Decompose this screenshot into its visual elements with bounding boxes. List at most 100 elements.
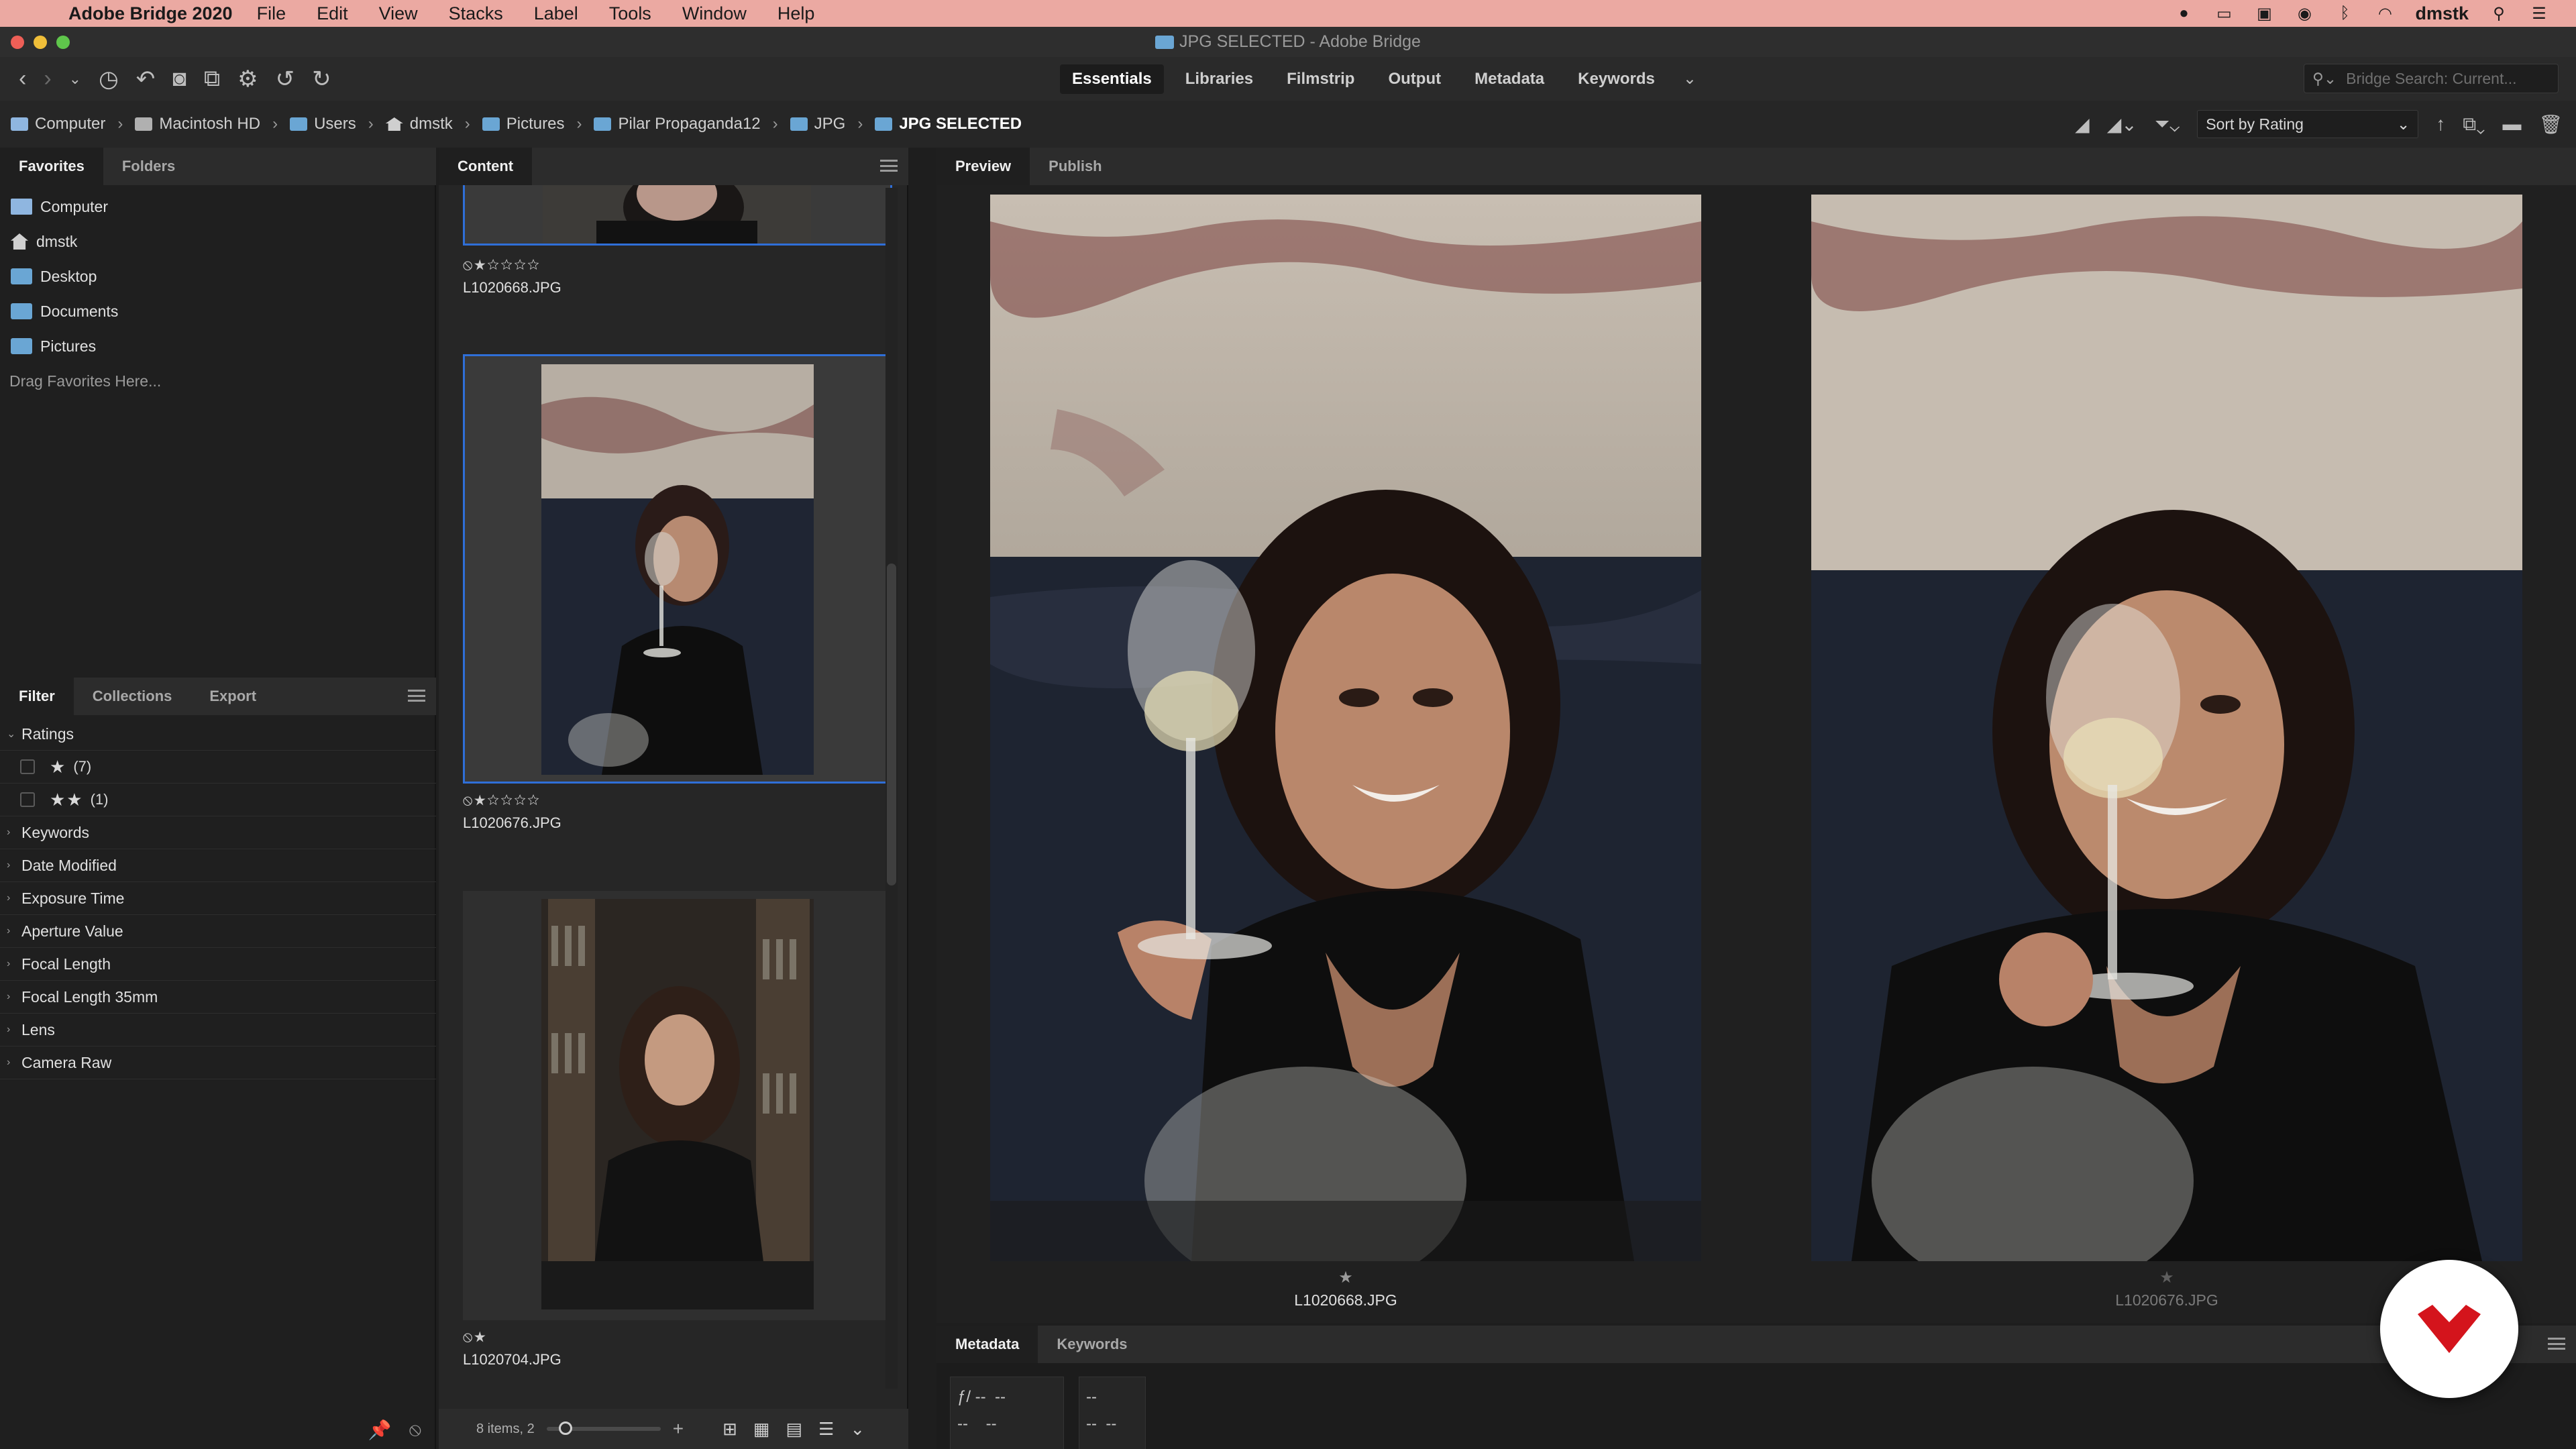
- rating-stars[interactable]: ⦸★☆☆☆☆: [463, 792, 561, 809]
- filter-lens[interactable]: › Lens: [0, 1014, 436, 1046]
- breadcrumb-computer[interactable]: Computer: [35, 115, 105, 133]
- panel-menu-icon[interactable]: [408, 690, 425, 702]
- thumbnail-card[interactable]: [463, 185, 892, 246]
- breadcrumb-pictures[interactable]: Pictures: [506, 115, 565, 133]
- creative-cloud-icon[interactable]: ●: [2174, 3, 2194, 23]
- favorite-computer[interactable]: Computer: [0, 189, 436, 224]
- filter-date-modified[interactable]: › Date Modified: [0, 849, 436, 882]
- bluetooth-icon[interactable]: ᛒ: [2334, 3, 2355, 23]
- sync-icon[interactable]: ◉: [2294, 3, 2314, 23]
- open-recent-icon[interactable]: ⧉⌄: [2463, 113, 2485, 136]
- favorite-pictures[interactable]: Pictures: [0, 329, 436, 364]
- bridge-search-field[interactable]: ⚲⌄ Bridge Search: Current...: [2304, 64, 2559, 93]
- filter-rating-2-star[interactable]: ★★ (1): [0, 784, 436, 816]
- history-dropdown-icon[interactable]: ⌄: [69, 70, 81, 88]
- panel-menu-icon[interactable]: [2548, 1338, 2565, 1350]
- thumbnail-size-slider[interactable]: [546, 1421, 661, 1435]
- tab-preview[interactable]: Preview: [936, 148, 1030, 185]
- slider-knob[interactable]: [558, 1421, 572, 1435]
- rating-star-icon[interactable]: ★: [990, 1268, 1701, 1287]
- thumbnail-card[interactable]: [463, 891, 892, 1320]
- new-folder-icon[interactable]: ▬: [2502, 113, 2521, 135]
- workspace-essentials[interactable]: Essentials: [1060, 64, 1164, 94]
- filter-rating-1-star[interactable]: ★ (7): [0, 751, 436, 784]
- filter-keywords[interactable]: › Keywords: [0, 816, 436, 849]
- menu-label[interactable]: Label: [534, 3, 578, 24]
- workspace-filmstrip[interactable]: Filmstrip: [1275, 64, 1366, 94]
- breadcrumb-dmstk[interactable]: dmstk: [410, 115, 453, 133]
- screen-icon[interactable]: ▭: [2214, 3, 2234, 23]
- filter-exposure-time[interactable]: › Exposure Time: [0, 882, 436, 915]
- close-window-button[interactable]: [11, 36, 24, 49]
- favorite-documents[interactable]: Documents: [0, 294, 436, 329]
- app-status-icon[interactable]: ▣: [2254, 3, 2274, 23]
- breadcrumb-pilar-propaganda12[interactable]: Pilar Propaganda12: [618, 115, 760, 133]
- tab-filter[interactable]: Filter: [0, 678, 74, 715]
- zoom-window-button[interactable]: [56, 36, 70, 49]
- workspace-metadata[interactable]: Metadata: [1462, 64, 1556, 94]
- menu-tools[interactable]: Tools: [609, 3, 651, 24]
- tab-keywords[interactable]: Keywords: [1038, 1326, 1146, 1363]
- filter-camera-raw[interactable]: › Camera Raw: [0, 1046, 436, 1079]
- user-menu[interactable]: dmstk: [2415, 3, 2469, 24]
- menu-stacks[interactable]: Stacks: [449, 3, 503, 24]
- clear-filter-icon[interactable]: ⦸: [409, 1419, 421, 1441]
- chevron-right-icon[interactable]: ›: [368, 115, 374, 133]
- workspace-more-chevron-icon[interactable]: ⌄: [1676, 69, 1703, 89]
- camera-import-icon[interactable]: ◙: [172, 66, 186, 92]
- back-arrow-icon[interactable]: ‹: [19, 66, 26, 92]
- recent-files-icon[interactable]: ◷: [99, 66, 119, 93]
- preview-image-2[interactable]: [1811, 195, 2522, 1261]
- tab-collections[interactable]: Collections: [74, 678, 191, 715]
- tab-export[interactable]: Export: [191, 678, 275, 715]
- quality-icon[interactable]: ◢: [2075, 113, 2090, 136]
- app-menu[interactable]: Adobe Bridge 2020: [68, 3, 233, 24]
- chevron-right-icon[interactable]: ›: [773, 115, 778, 133]
- breadcrumb-jpg[interactable]: JPG: [814, 115, 846, 133]
- panel-menu-icon[interactable]: [880, 160, 898, 172]
- breadcrumb-macintosh-hd[interactable]: Macintosh HD: [159, 115, 260, 133]
- sort-ascending-icon[interactable]: ↑: [2436, 113, 2445, 135]
- workspace-keywords[interactable]: Keywords: [1566, 64, 1667, 94]
- breadcrumb-jpg-selected[interactable]: JPG SELECTED: [899, 115, 1022, 133]
- workspace-output[interactable]: Output: [1376, 64, 1453, 94]
- rating-stars[interactable]: ⦸★: [463, 1328, 561, 1346]
- details-view-icon[interactable]: ▤: [786, 1419, 802, 1440]
- workspace-libraries[interactable]: Libraries: [1173, 64, 1265, 94]
- tab-favorites[interactable]: Favorites: [0, 148, 103, 185]
- favorite-desktop[interactable]: Desktop: [0, 259, 436, 294]
- chevron-right-icon[interactable]: ›: [272, 115, 278, 133]
- rotate-right-icon[interactable]: ↻: [312, 66, 331, 93]
- scrollbar-thumb[interactable]: [887, 564, 896, 885]
- checkbox[interactable]: [20, 792, 35, 807]
- tab-publish[interactable]: Publish: [1030, 148, 1120, 185]
- chevron-right-icon[interactable]: ›: [576, 115, 582, 133]
- chevron-right-icon[interactable]: ›: [117, 115, 123, 133]
- chevron-right-icon[interactable]: ›: [857, 115, 863, 133]
- menu-edit[interactable]: Edit: [317, 3, 348, 24]
- checkbox[interactable]: [20, 759, 35, 774]
- tab-folders[interactable]: Folders: [103, 148, 194, 185]
- preview-image-1[interactable]: [990, 195, 1701, 1261]
- breadcrumb-users[interactable]: Users: [314, 115, 356, 133]
- list-view-icon[interactable]: ☰: [818, 1419, 834, 1440]
- thumbnail-quality-icon[interactable]: ◢⌄: [2107, 113, 2137, 136]
- thumbnail-card-selected[interactable]: [463, 354, 892, 784]
- menu-file[interactable]: File: [257, 3, 286, 24]
- favorite-dmstk[interactable]: dmstk: [0, 224, 436, 259]
- open-in-camera-raw-icon[interactable]: ⚙: [237, 66, 258, 93]
- content-scrollbar[interactable]: [885, 188, 898, 1389]
- filter-ratings[interactable]: ⌄ Ratings: [0, 718, 436, 751]
- menu-view[interactable]: View: [379, 3, 418, 24]
- return-to-photoshop-icon[interactable]: ↶: [136, 66, 156, 93]
- filter-focal-length[interactable]: › Focal Length: [0, 948, 436, 981]
- wifi-icon[interactable]: ◠: [2375, 3, 2395, 23]
- zoom-in-icon[interactable]: +: [673, 1418, 684, 1440]
- filter-items-icon[interactable]: ⏷⌄: [2155, 113, 2180, 136]
- rotate-left-icon[interactable]: ↺: [276, 66, 295, 93]
- trash-icon[interactable]: 🗑: [2538, 113, 2563, 136]
- chevron-right-icon[interactable]: ›: [465, 115, 470, 133]
- menu-help[interactable]: Help: [777, 3, 815, 24]
- filter-focal-length-35mm[interactable]: › Focal Length 35mm: [0, 981, 436, 1014]
- grid-lock-icon[interactable]: ⊞: [722, 1419, 737, 1440]
